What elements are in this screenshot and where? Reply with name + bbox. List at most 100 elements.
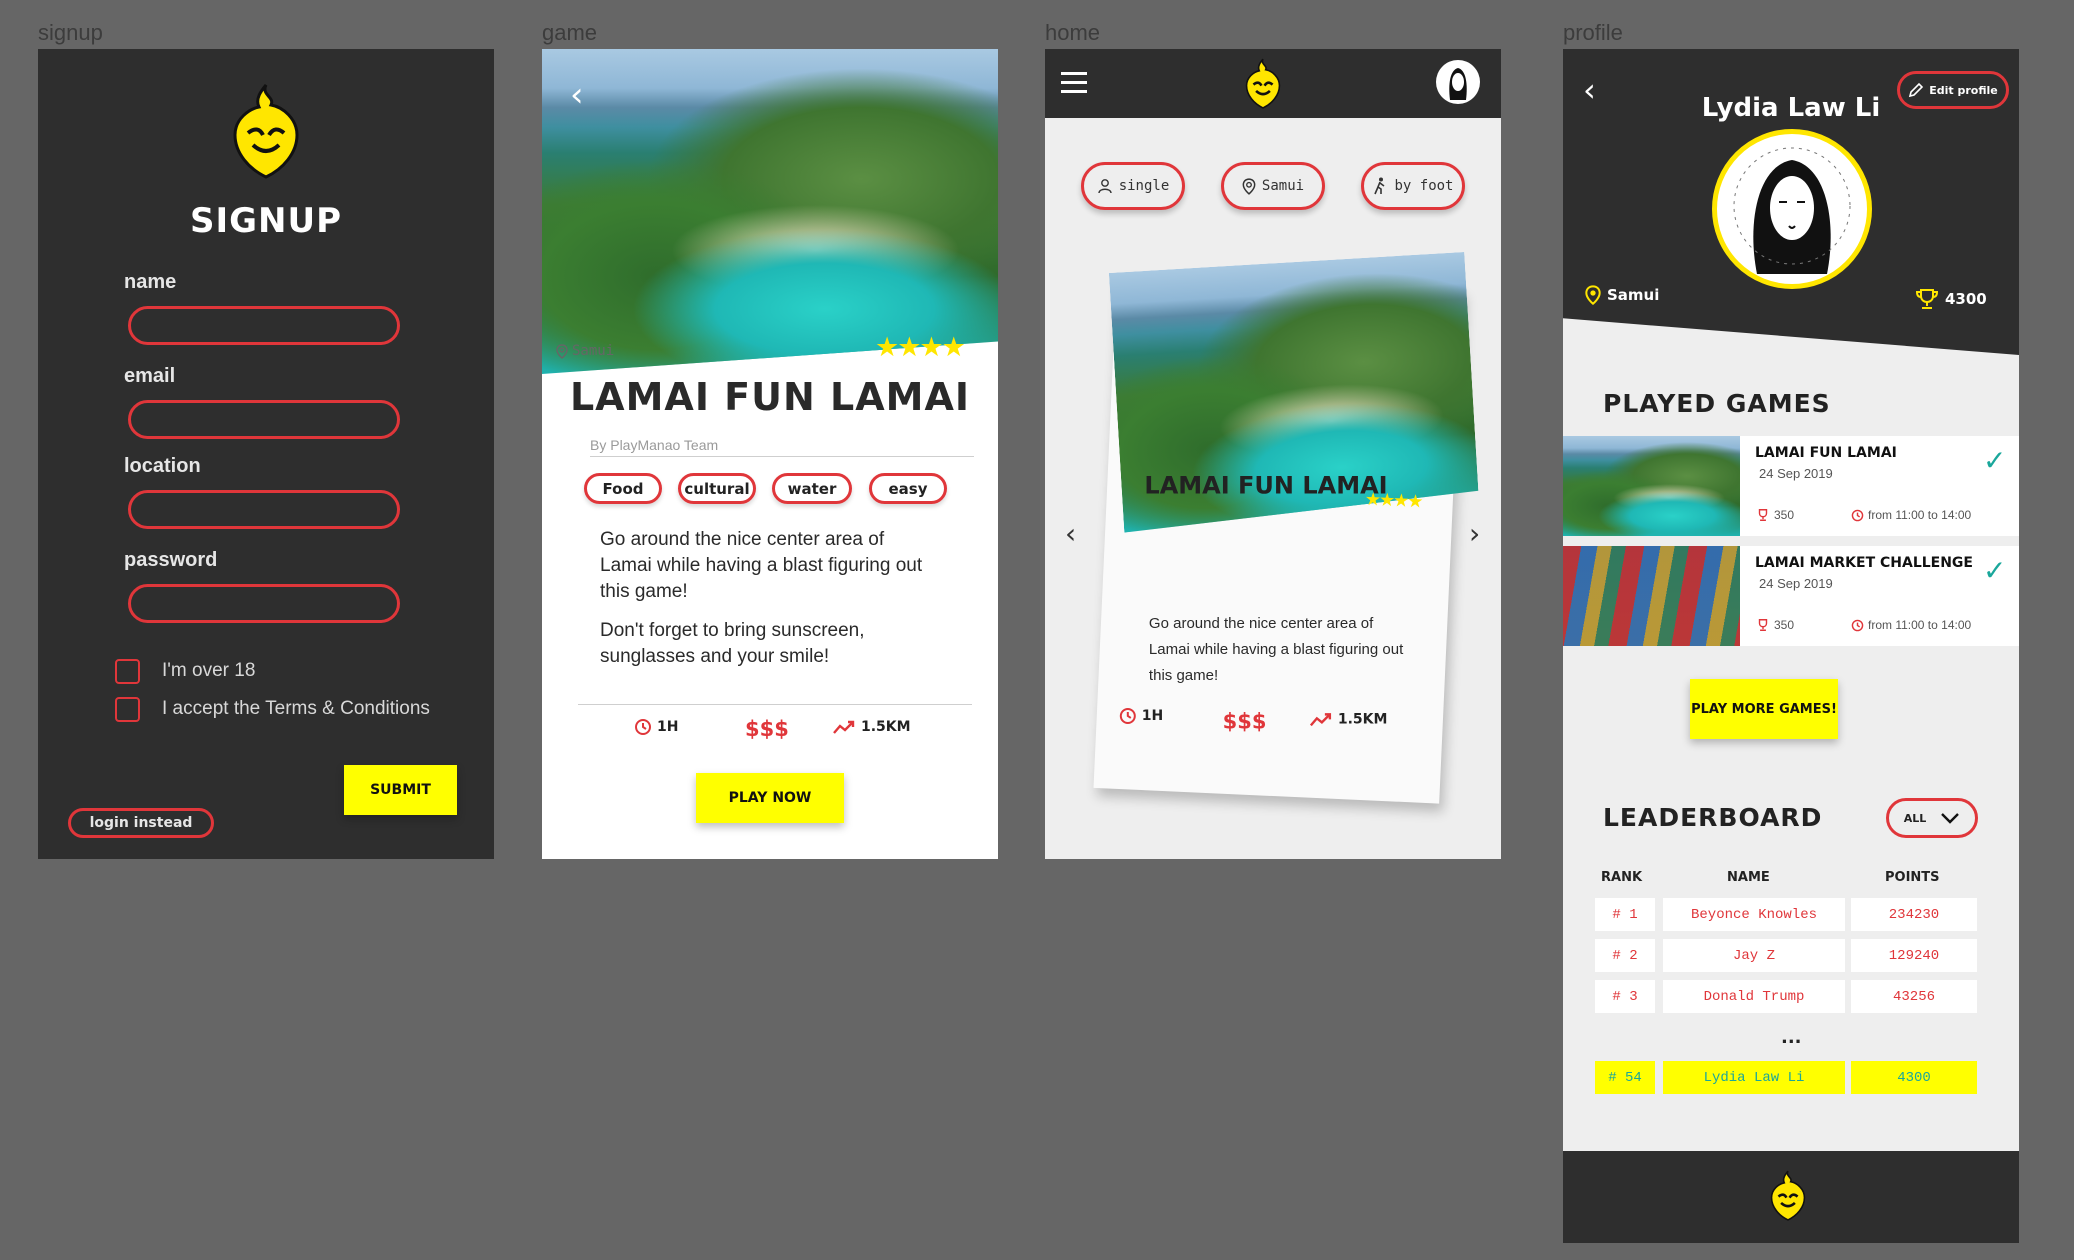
name-field[interactable]: [128, 306, 400, 345]
walking-icon: [1374, 177, 1385, 195]
played-game-title: LAMAI FUN LAMAI: [1755, 445, 1897, 461]
location-field[interactable]: [128, 490, 400, 529]
frame-label-signup: signup: [38, 20, 103, 45]
distance-label: 1.5KM: [861, 719, 911, 735]
age-checkbox[interactable]: [115, 659, 140, 684]
location-chip[interactable]: Samui: [1221, 162, 1325, 210]
mode-chip[interactable]: single: [1081, 162, 1185, 210]
played-game-time: from 11:00 to 14:00: [1851, 508, 1971, 522]
game-author: By PlayManao Team: [590, 437, 974, 457]
rating-stars: ★★★★: [875, 332, 966, 363]
played-game-date: 24 Sep 2019: [1759, 466, 1833, 481]
checkmark-icon: ✓: [1983, 554, 2007, 587]
terms-checkbox-label: I accept the Terms & Conditions: [162, 698, 430, 719]
cost-label: $$$: [745, 717, 789, 741]
avatar[interactable]: [1436, 60, 1480, 104]
bottom-bar: [1563, 1151, 2019, 1243]
login-instead-button[interactable]: login instead: [68, 808, 214, 838]
password-label: password: [124, 549, 218, 571]
points-column-header: POINTS: [1885, 870, 1940, 885]
profile-location: Samui: [1585, 285, 1659, 305]
transport-chip-label: by foot: [1394, 178, 1454, 194]
tag-easy[interactable]: easy: [869, 473, 947, 504]
profile-screen: ‹ Edit profile Lydia Law Li Samui 4300 P…: [1563, 49, 2019, 1243]
profile-avatar: [1712, 129, 1872, 289]
game-card-description: Go around the nice center area of Lamai …: [1148, 615, 1404, 685]
leaderboard-rank: # 2: [1595, 939, 1655, 972]
leaderboard-points: 43256: [1851, 980, 1977, 1013]
duration-label: 1H: [657, 719, 679, 735]
profile-points: 4300: [1915, 287, 1987, 311]
leaderboard-ellipsis: ...: [1781, 1027, 1802, 1048]
played-game-points-label: 350: [1774, 618, 1795, 632]
email-field[interactable]: [128, 400, 400, 439]
leaderboard-title: LEADERBOARD: [1603, 803, 1823, 832]
card-duration-label: 1H: [1141, 707, 1164, 724]
location-pin-icon: [1585, 285, 1601, 305]
tag-water[interactable]: water: [772, 473, 852, 504]
played-game-points: 350: [1756, 618, 1794, 632]
leaderboard-name: Beyonce Knowles: [1663, 898, 1845, 931]
played-game-points-label: 350: [1774, 508, 1795, 522]
profile-points-label: 4300: [1945, 290, 1987, 308]
play-now-button[interactable]: PLAY NOW: [696, 773, 844, 823]
frame-label-profile: profile: [1563, 20, 1623, 45]
played-game-title: LAMAI MARKET CHALLENGE: [1755, 555, 1973, 571]
tag-cultural[interactable]: cultural: [678, 473, 756, 504]
trend-icon: [1309, 713, 1332, 727]
frame-label-home: home: [1045, 20, 1101, 45]
mode-chip-label: single: [1118, 178, 1170, 194]
trend-icon: [833, 720, 855, 734]
played-game-time-label: from 11:00 to 14:00: [1868, 618, 1972, 632]
clock-icon: [1851, 509, 1864, 521]
signup-title: SIGNUP: [189, 201, 343, 241]
location-chip-label: Samui: [1261, 178, 1305, 194]
leaderboard-filter-dropdown[interactable]: ALL: [1886, 798, 1978, 838]
cost-stat: $$$: [745, 717, 789, 741]
play-more-games-button[interactable]: PLAY MORE GAMES!: [1690, 679, 1838, 739]
person-icon: [1098, 179, 1112, 194]
my-name: Lydia Law Li: [1663, 1061, 1845, 1094]
played-game-thumbnail: [1563, 436, 1740, 536]
transport-chip[interactable]: by foot: [1361, 162, 1465, 210]
game-card-title: LAMAI FUN LAMAI: [1144, 471, 1388, 500]
played-game-thumbnail: [1563, 546, 1740, 646]
frame-label-game: game: [542, 20, 598, 45]
game-card[interactable]: LAMAI FUN LAMAI ★★★★ Go around the nice …: [1093, 273, 1462, 804]
age-checkbox-label: I'm over 18: [162, 660, 256, 681]
played-game-time-label: from 11:00 to 14:00: [1868, 508, 1972, 522]
password-field[interactable]: [128, 584, 400, 623]
game-cover-photo: [542, 49, 998, 374]
hamburger-menu-icon[interactable]: [1061, 72, 1087, 99]
submit-button[interactable]: SUBMIT: [344, 765, 457, 815]
clock-icon: [635, 719, 651, 735]
checkmark-icon: ✓: [1983, 444, 2007, 477]
chevron-left-icon[interactable]: ‹: [1065, 517, 1076, 550]
played-game-row[interactable]: LAMAI FUN LAMAI 24 Sep 2019 ✓ 350 from 1…: [1563, 436, 2019, 536]
back-arrow-icon[interactable]: ‹: [570, 75, 584, 115]
chevron-right-icon[interactable]: ›: [1469, 517, 1480, 550]
played-games-title: PLAYED GAMES: [1603, 389, 1831, 418]
tag-food[interactable]: Food: [584, 473, 662, 504]
location-label: location: [124, 455, 201, 477]
location-pin-icon: [1242, 177, 1256, 195]
leaderboard-rank: # 3: [1595, 980, 1655, 1013]
game-description: Go around the nice center area of Lamai …: [600, 529, 923, 602]
profile-name: Lydia Law Li: [1701, 93, 1881, 123]
card-distance-stat: 1.5KM: [1309, 711, 1388, 728]
name-label: name: [124, 271, 177, 293]
trophy-icon: [1758, 509, 1768, 521]
distance-stat: 1.5KM: [832, 719, 911, 735]
trophy-icon: [1758, 619, 1768, 631]
leaderboard-points: 234230: [1851, 898, 1977, 931]
terms-checkbox[interactable]: [115, 697, 140, 722]
played-game-date: 24 Sep 2019: [1759, 576, 1833, 591]
played-game-row[interactable]: LAMAI MARKET CHALLENGE 24 Sep 2019 ✓ 350…: [1563, 546, 2019, 646]
profile-location-label: Samui: [1607, 286, 1660, 304]
played-game-time: from 11:00 to 14:00: [1851, 618, 1971, 632]
home-screen: single Samui by foot LAMAI FUN LAMAI ★★★…: [1045, 49, 1501, 859]
card-distance-label: 1.5KM: [1337, 711, 1388, 728]
trophy-icon: [1915, 289, 1939, 309]
card-duration-stat: 1H: [1119, 707, 1163, 725]
my-rank: # 54: [1595, 1061, 1655, 1094]
